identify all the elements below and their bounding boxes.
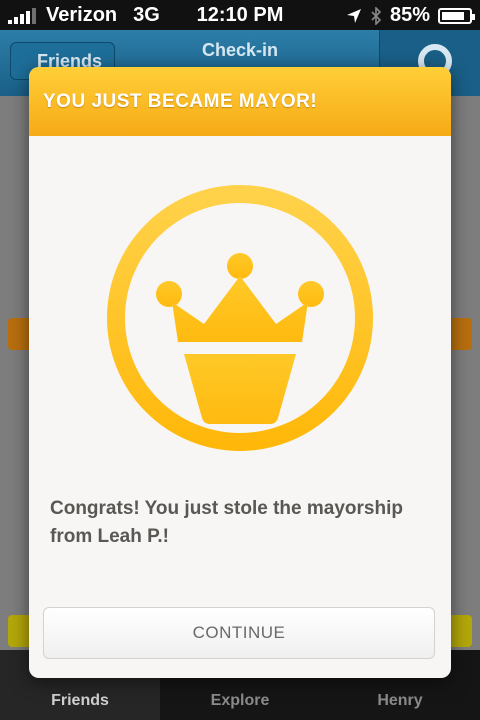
status-right: 85% [346,4,475,27]
tab-friends-label: Friends [51,692,109,709]
modal-header: YOU JUST BECAME MAYOR! [29,67,451,136]
mayor-modal: YOU JUST BECAME MAYOR! Congrats! You jus… [29,67,451,678]
tab-explore-label: Explore [210,692,270,709]
modal-title: YOU JUST BECAME MAYOR! [43,91,318,112]
tab-henry-label: Henry [377,692,423,709]
crown-icon [107,185,373,451]
location-arrow-icon [346,8,361,23]
battery-percent: 85% [389,4,430,26]
status-bar: Verizon 3G 12:10 PM 85% [0,0,480,30]
bluetooth-icon [371,6,382,25]
continue-button[interactable]: CONTINUE [43,607,435,659]
congrats-message: Congrats! You just stole the mayorship f… [50,498,403,547]
battery-icon [438,7,475,24]
